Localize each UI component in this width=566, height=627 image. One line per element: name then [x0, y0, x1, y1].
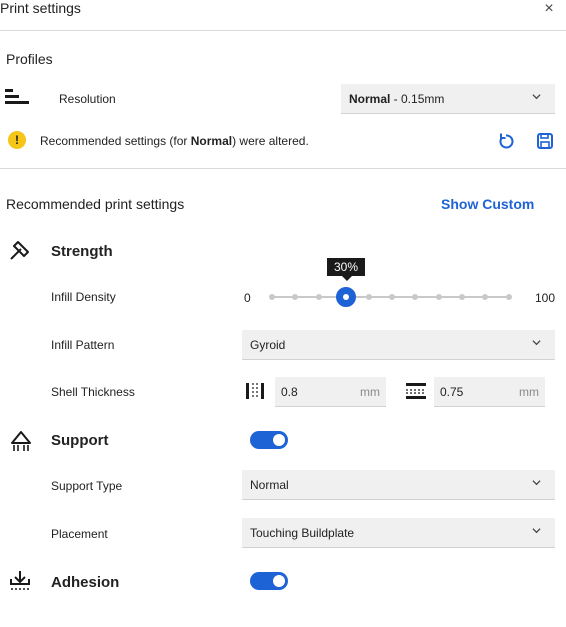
altered-warning-text: Recommended settings (for Normal) were a…: [40, 134, 309, 148]
slider-step-dot: [436, 294, 442, 300]
resolution-icon: [5, 89, 29, 104]
resolution-value-detail: - 0.15mm: [390, 91, 445, 106]
wall-thickness-value: 0.8: [281, 385, 298, 399]
toggle-knob: [273, 575, 285, 587]
tooltip-arrow: [342, 276, 352, 281]
top-bottom-thickness-unit: mm: [519, 385, 539, 399]
placement-dropdown[interactable]: Touching Buildplate: [242, 518, 555, 548]
top-bottom-thickness-field[interactable]: 0.75 mm: [434, 377, 545, 407]
adhesion-icon: [10, 571, 30, 590]
support-title: Support: [51, 432, 109, 449]
chevron-down-icon: [532, 340, 541, 346]
slider-step-dot: [506, 294, 512, 300]
close-icon[interactable]: ×: [542, 0, 556, 18]
slider-step-dot: [269, 294, 275, 300]
strength-icon: [10, 241, 29, 260]
slider-value-tooltip: 30%: [327, 258, 365, 276]
chevron-down-icon: [532, 480, 541, 486]
support-icon: [11, 431, 31, 451]
support-toggle[interactable]: [250, 431, 288, 449]
slider-max-label: 100: [535, 291, 556, 305]
strength-title: Strength: [51, 243, 113, 260]
warning-profile-name: Normal: [190, 134, 233, 148]
slider-step-dot: [366, 294, 372, 300]
slider-step-dot: [459, 294, 465, 300]
shell-thickness-label: Shell Thickness: [51, 385, 135, 399]
profiles-heading: Profiles: [6, 51, 53, 67]
top-bottom-thickness-icon: [406, 383, 426, 399]
infill-pattern-dropdown[interactable]: Gyroid: [242, 330, 555, 360]
chevron-down-icon: [532, 94, 541, 100]
wall-thickness-unit: mm: [360, 385, 380, 399]
toggle-knob: [273, 434, 285, 446]
support-type-label: Support Type: [51, 479, 123, 493]
slider-step-dot: [292, 294, 298, 300]
profiles-divider: [0, 168, 566, 169]
resolution-value-name: Normal: [349, 91, 391, 106]
wall-thickness-field[interactable]: 0.8 mm: [275, 377, 386, 407]
recommended-heading: Recommended print settings: [6, 196, 185, 212]
show-custom-button[interactable]: Show Custom: [441, 196, 534, 212]
resolution-dropdown[interactable]: Normal - 0.15mm: [341, 84, 555, 114]
resolution-label: Resolution: [59, 92, 116, 106]
warning-icon: !: [8, 131, 26, 149]
warning-prefix: Recommended settings (for: [40, 134, 191, 148]
support-type-value: Normal: [250, 477, 289, 492]
adhesion-toggle[interactable]: [250, 572, 288, 590]
slider-min-label: 0: [244, 291, 251, 305]
infill-pattern-value: Gyroid: [250, 337, 286, 352]
slider-step-dot: [389, 294, 395, 300]
slider-step-dot: [412, 294, 418, 300]
infill-density-label: Infill Density: [51, 290, 116, 304]
dialog-title: Print settings: [0, 0, 81, 16]
top-bottom-thickness-value: 0.75: [440, 385, 464, 399]
reset-icon[interactable]: [497, 132, 515, 150]
chevron-down-icon: [532, 528, 541, 534]
slider-step-dot: [316, 294, 322, 300]
adhesion-title: Adhesion: [51, 574, 120, 591]
header-divider: [0, 30, 566, 31]
warning-suffix: ) were altered.: [232, 134, 309, 148]
placement-value: Touching Buildplate: [250, 525, 355, 540]
infill-pattern-label: Infill Pattern: [51, 338, 115, 352]
slider-step-dot: [482, 294, 488, 300]
wall-thickness-icon: [246, 383, 264, 399]
infill-slider-handle[interactable]: [336, 287, 356, 307]
placement-label: Placement: [51, 527, 108, 541]
support-type-dropdown[interactable]: Normal: [242, 470, 555, 500]
save-icon[interactable]: [536, 132, 554, 150]
